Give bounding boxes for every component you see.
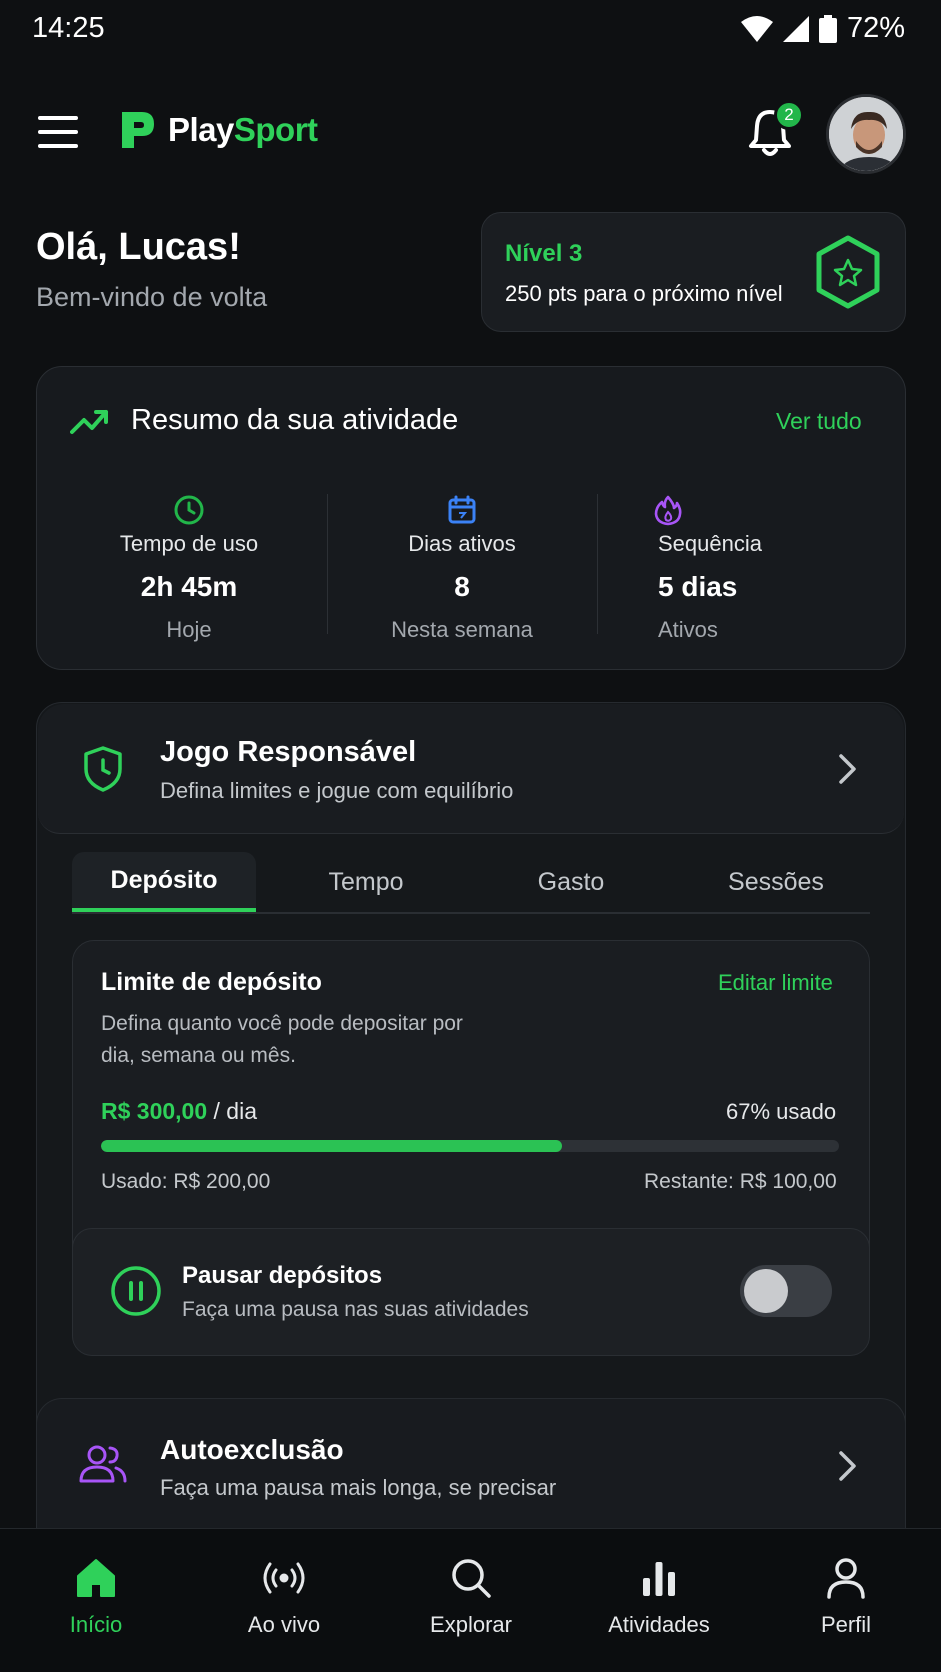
- status-time: 14:25: [32, 12, 105, 44]
- bar-chart-icon: [643, 1562, 675, 1596]
- stat-value: 2h 45m: [140, 571, 238, 602]
- notification-badge: 2: [774, 100, 804, 130]
- tab-spending[interactable]: Gasto: [481, 852, 661, 912]
- nav-activities[interactable]: Atividades: [584, 1556, 734, 1638]
- stat-label: Sequência: [658, 531, 762, 556]
- nav-label: Atividades: [608, 1612, 710, 1637]
- live-icon: [263, 1562, 305, 1594]
- responsible-gaming-title: Jogo Responsável: [160, 736, 417, 768]
- signal-icon: [782, 15, 809, 42]
- status-indicators: 72%: [740, 12, 905, 45]
- stat-caption: Hoje: [166, 617, 212, 642]
- pause-subtitle: Faça uma pausa nas suas atividades: [182, 1298, 529, 1321]
- brand-name-sport: Sport: [233, 111, 318, 148]
- stat-divider: [327, 494, 328, 634]
- limit-progress-bar: [101, 1140, 839, 1152]
- search-icon: [452, 1559, 491, 1598]
- greeting-title: Olá, Lucas!: [36, 226, 241, 268]
- nav-label: Início: [69, 1612, 123, 1637]
- user-icon: [827, 1558, 865, 1599]
- brand-logo[interactable]: PlaySport: [118, 108, 318, 152]
- edit-limit-link[interactable]: Editar limite: [718, 970, 833, 996]
- self-exclusion-title: Autoexclusão: [160, 1434, 344, 1465]
- pause-deposits-toggle[interactable]: [740, 1265, 832, 1317]
- stat-caption: Ativos: [658, 617, 718, 642]
- flame-icon: [654, 495, 682, 526]
- stat-value: 8: [454, 571, 470, 602]
- nav-label: Perfil: [820, 1612, 872, 1637]
- nav-profile[interactable]: Perfil: [771, 1556, 921, 1638]
- limit-period: / dia: [207, 1098, 258, 1124]
- stat-value: 5 dias: [658, 571, 738, 602]
- level-subtitle: 250 pts para o próximo nível: [505, 281, 783, 306]
- activity-title: Resumo da sua atividade: [131, 404, 459, 436]
- menu-button[interactable]: [38, 116, 78, 148]
- toggle-knob: [744, 1269, 788, 1313]
- wifi-icon: [740, 15, 773, 42]
- greeting-subtitle: Bem-vindo de volta: [36, 282, 268, 312]
- menu-line: [38, 130, 78, 134]
- stat-caption: Nesta semana: [391, 617, 533, 642]
- menu-line: [38, 116, 78, 120]
- tab-deposit[interactable]: Depósito: [72, 852, 256, 912]
- trending-up-icon: [70, 410, 108, 434]
- limit-title: Limite de depósito: [101, 968, 322, 996]
- limit-progress-fill: [101, 1140, 563, 1152]
- stat-label: Dias ativos: [408, 531, 516, 556]
- chevron-right-icon[interactable]: [836, 751, 860, 787]
- star-hexagon-icon: [816, 235, 880, 309]
- playsport-logo-icon: [122, 112, 154, 148]
- battery-percent: 72%: [846, 12, 905, 44]
- limit-amount-value: R$ 300,00: [101, 1098, 208, 1124]
- calendar-icon: [448, 495, 476, 524]
- clock-icon: [174, 495, 204, 525]
- stat-active-days: Dias ativos 8 Nesta semana: [342, 494, 582, 643]
- pause-icon: [111, 1266, 161, 1316]
- stat-usage-time: Tempo de uso 2h 45m Hoje: [69, 494, 309, 643]
- nav-live[interactable]: Ao vivo: [209, 1556, 359, 1638]
- chevron-right-icon[interactable]: [836, 1448, 860, 1484]
- limit-description: Defina quanto você pode depositar por di…: [101, 1012, 463, 1067]
- tab-time[interactable]: Tempo: [276, 852, 456, 912]
- nav-label: Explorar: [430, 1612, 512, 1637]
- used-amount: Usado: R$ 200,00: [101, 1170, 271, 1193]
- see-all-link[interactable]: Ver tudo: [776, 408, 862, 435]
- level-title: Nível 3: [505, 240, 583, 267]
- shield-clock-icon: [84, 746, 122, 792]
- remaining-amount: Restante: R$ 100,00: [644, 1170, 837, 1193]
- self-exclusion-subtitle: Faça uma pausa mais longa, se precisar: [160, 1475, 557, 1500]
- responsible-gaming-header[interactable]: [38, 704, 904, 834]
- brand-name-play: Play: [168, 111, 234, 148]
- pause-title: Pausar depósitos: [182, 1262, 383, 1289]
- nav-explore[interactable]: Explorar: [396, 1556, 546, 1638]
- menu-line: [38, 144, 78, 148]
- responsible-gaming-subtitle: Defina limites e jogue com equilíbrio: [160, 778, 514, 803]
- nav-label: Ao vivo: [247, 1612, 321, 1637]
- users-icon: [79, 1445, 127, 1483]
- stat-streak: Sequência 5 dias Ativos: [591, 494, 831, 643]
- home-icon: [77, 1559, 115, 1597]
- limit-amount: R$ 300,00 / dia: [101, 1098, 257, 1125]
- battery-icon: [818, 14, 837, 43]
- avatar[interactable]: [826, 94, 906, 174]
- used-percent: 67% usado: [726, 1099, 837, 1124]
- user-photo-icon: [829, 97, 903, 171]
- nav-home[interactable]: Início: [21, 1556, 171, 1638]
- tab-sessions[interactable]: Sessões: [686, 852, 866, 912]
- stat-label: Tempo de uso: [119, 531, 259, 556]
